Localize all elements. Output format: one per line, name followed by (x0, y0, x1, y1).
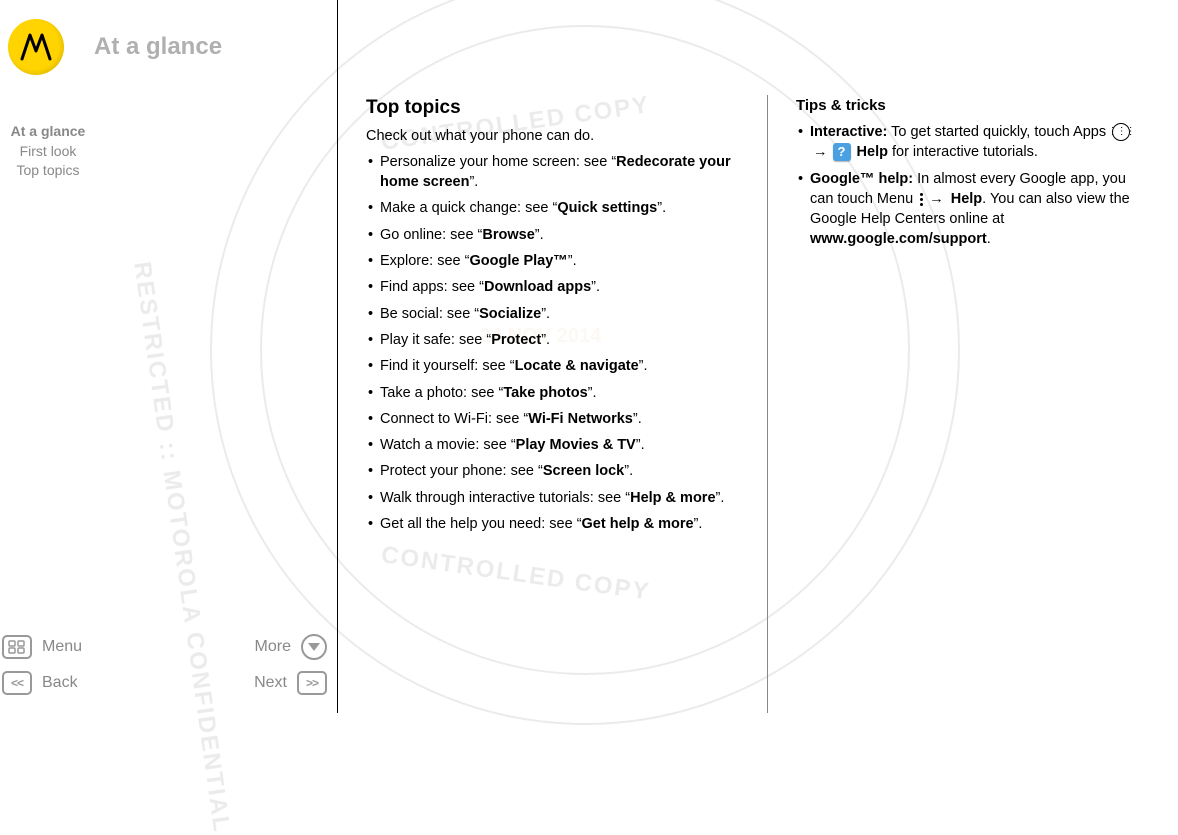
tip-item: Interactive: To get started quickly, tou… (796, 122, 1150, 163)
next-label: Next (254, 674, 287, 692)
support-url: www.google.com/support (810, 231, 987, 247)
topic-item: Walk through interactive tutorials: see … (366, 488, 739, 508)
more-button[interactable]: More (255, 634, 327, 660)
topic-item: Personalize your home screen: see “Redec… (366, 152, 739, 193)
topic-item: Go online: see “Browse”. (366, 225, 739, 245)
topic-link[interactable]: Protect (491, 332, 541, 348)
topic-item: Connect to Wi-Fi: see “Wi-Fi Networks”. (366, 409, 739, 429)
arrow-icon: → (813, 144, 828, 160)
help-icon: ? (833, 143, 851, 161)
topic-item: Take a photo: see “Take photos”. (366, 383, 739, 403)
topic-link[interactable]: Wi-Fi Networks (528, 411, 633, 427)
topic-link[interactable]: Help & more (630, 490, 715, 506)
topic-item: Make a quick change: see “Quick settings… (366, 198, 739, 218)
topic-item: Get all the help you need: see “Get help… (366, 514, 739, 534)
toc-item[interactable]: First look (0, 142, 96, 162)
page-navigation: Menu More << Back >> Next (2, 631, 327, 703)
help-label: Help (853, 144, 888, 160)
menu-icon (2, 635, 32, 659)
topic-link[interactable]: Quick settings (557, 200, 657, 216)
topic-link[interactable]: Locate & navigate (515, 358, 639, 374)
section-intro: Check out what your phone can do. (366, 126, 739, 146)
next-button[interactable]: >> Next (254, 671, 327, 695)
tip-lead: Interactive: (810, 124, 887, 140)
more-label: More (255, 638, 291, 656)
tips-heading: Tips & tricks (796, 95, 1150, 116)
menu-label: Menu (42, 638, 82, 656)
tip-item: Google™ help: In almost every Google app… (796, 169, 1150, 250)
toc-item[interactable]: Top topics (0, 161, 96, 181)
topic-item: Find apps: see “Download apps”. (366, 277, 739, 297)
help-word: Help (947, 191, 982, 207)
topic-link[interactable]: Socialize (479, 306, 541, 322)
motorola-logo-icon (8, 19, 64, 75)
topic-link[interactable]: Play Movies & TV (516, 437, 636, 453)
tip-lead: Google™ help: (810, 171, 913, 187)
apps-icon: ⋮⋮⋮ (1112, 123, 1130, 141)
topic-link[interactable]: Download apps (484, 279, 591, 295)
back-icon: << (2, 671, 32, 695)
topic-item: Protect your phone: see “Screen lock”. (366, 461, 739, 481)
page-title: At a glance (94, 33, 222, 61)
topic-link[interactable]: Screen lock (543, 463, 624, 479)
topic-item: Play it safe: see “Protect”. (366, 330, 739, 350)
tips-list: Interactive: To get started quickly, tou… (796, 122, 1150, 250)
topic-item: Watch a movie: see “Play Movies & TV”. (366, 435, 739, 455)
main-content: Top topics Check out what your phone can… (338, 0, 1178, 713)
topic-link[interactable]: Get help & more (582, 516, 694, 532)
topic-item: Find it yourself: see “Locate & navigate… (366, 356, 739, 376)
topic-link[interactable]: Take photos (503, 385, 587, 401)
section-heading: Top topics (366, 95, 739, 122)
menu-dots-icon (920, 193, 923, 206)
topic-item: Explore: see “Google Play™”. (366, 251, 739, 271)
table-of-contents: At a glanceFirst lookTop topics (0, 122, 337, 181)
sidebar: At a glance At a glanceFirst lookTop top… (0, 0, 338, 713)
topic-link[interactable]: Browse (482, 227, 534, 243)
topic-link[interactable]: Google Play™ (469, 253, 567, 269)
toc-item[interactable]: At a glance (0, 122, 96, 142)
more-icon (301, 634, 327, 660)
back-label: Back (42, 674, 78, 692)
next-icon: >> (297, 671, 327, 695)
topic-item: Be social: see “Socialize”. (366, 304, 739, 324)
back-button[interactable]: << Back (2, 671, 78, 695)
arrow-icon: → (929, 191, 944, 207)
topic-list: Personalize your home screen: see “Redec… (366, 152, 739, 534)
menu-button[interactable]: Menu (2, 635, 82, 659)
